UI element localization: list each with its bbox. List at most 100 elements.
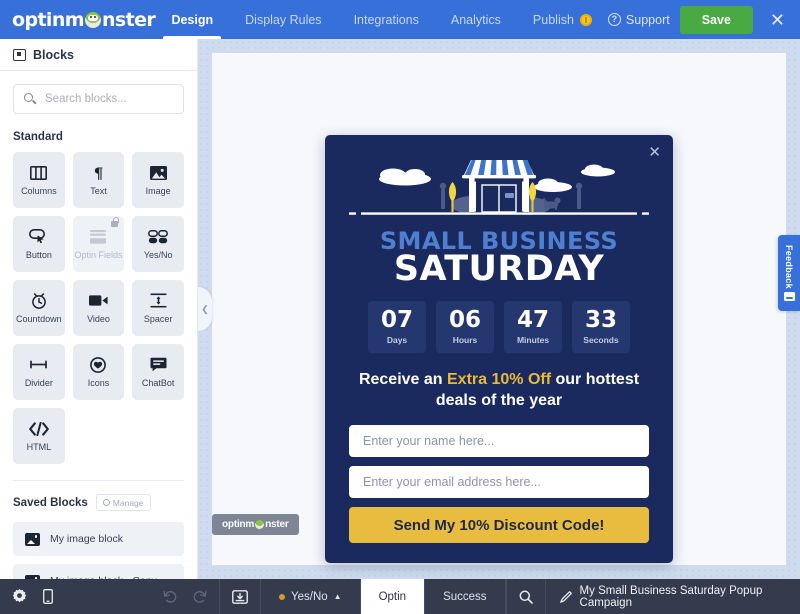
popup-offer-text: Receive an Extra 10% Off our hottest dea… xyxy=(349,369,649,411)
block-image[interactable]: Image xyxy=(132,152,184,208)
block-text[interactable]: ¶ Text xyxy=(72,152,125,208)
block-button[interactable]: Button xyxy=(13,216,65,272)
brand-logo[interactable]: optinm nster xyxy=(0,8,156,31)
saved-block-item[interactable]: My image block - Copy xyxy=(13,564,184,579)
nav-item-analytics[interactable]: Analytics xyxy=(435,0,517,39)
saved-block-label: My image block xyxy=(50,533,123,545)
redo-icon[interactable] xyxy=(193,590,207,603)
spacer-icon xyxy=(148,292,168,309)
coin-badge-icon xyxy=(579,13,592,26)
countdown-cell-seconds: 33 Seconds xyxy=(572,301,630,354)
feedback-icon xyxy=(783,292,795,302)
countdown-seconds-label: Seconds xyxy=(583,335,619,346)
submit-button[interactable]: Send My 10% Discount Code! xyxy=(349,507,649,544)
standard-section-title: Standard xyxy=(13,131,63,143)
mobile-icon[interactable] xyxy=(43,589,53,604)
countdown-hours-value: 06 xyxy=(448,307,481,334)
search-icon[interactable] xyxy=(519,590,533,604)
name-field[interactable] xyxy=(349,425,649,458)
campaign-name-label: My Small Business Saturday Popup Campaig… xyxy=(579,584,763,609)
nav-item-display-rules-label: Display Rules xyxy=(245,12,322,27)
optinmonster-watermark[interactable]: optinm nster xyxy=(212,514,299,535)
block-button-label: Button xyxy=(25,250,52,260)
close-icon[interactable]: ✕ xyxy=(763,11,792,29)
image-icon xyxy=(148,164,168,181)
top-bar-actions: ? Support Save ✕ xyxy=(607,5,800,34)
saved-block-item[interactable]: My image block xyxy=(13,522,184,556)
campaign-name-editor[interactable]: My Small Business Saturday Popup Campaig… xyxy=(546,579,800,614)
monster-logo-icon xyxy=(84,11,101,28)
lock-icon xyxy=(111,217,120,227)
watermark-suffix: nster xyxy=(265,519,289,530)
pencil-icon xyxy=(559,590,572,603)
block-video[interactable]: Video xyxy=(72,280,125,336)
top-navigation-bar: optinm nster Design Display Rules Integra… xyxy=(0,0,800,39)
chevron-up-icon: ▲ xyxy=(333,592,342,601)
brand-logo-suffix: nster xyxy=(101,8,156,31)
html-icon xyxy=(28,420,49,437)
manage-saved-blocks-button[interactable]: Manage xyxy=(95,494,151,511)
nav-item-integrations-label: Integrations xyxy=(353,12,419,27)
countdown-icon xyxy=(29,292,49,309)
main-nav: Design Display Rules Integrations Analyt… xyxy=(155,0,607,39)
search-blocks-input[interactable] xyxy=(13,84,184,114)
save-button[interactable]: Save xyxy=(679,5,753,34)
countdown-seconds-value: 33 xyxy=(584,307,617,334)
block-columns-label: Columns xyxy=(21,186,57,196)
tab-optin[interactable]: Optin xyxy=(360,579,426,614)
block-optin-fields: Optin Fields xyxy=(72,216,125,272)
sidebar-title: Blocks xyxy=(33,47,74,62)
feedback-tab[interactable]: Feedback xyxy=(778,235,800,311)
block-html[interactable]: HTML xyxy=(13,408,65,464)
block-icons-label: Icons xyxy=(87,378,110,388)
block-text-label: Text xyxy=(90,186,107,196)
block-video-label: Video xyxy=(87,314,110,324)
tab-yes-no[interactable]: Yes/No ▲ xyxy=(261,579,361,614)
status-dot-icon xyxy=(279,593,285,600)
campaign-canvas: ❮ ✕ SMALL BUSINESS SATURDAY 07 Days 06 H… xyxy=(198,39,800,579)
block-divider[interactable]: Divider xyxy=(13,344,65,400)
optin-fields-icon xyxy=(88,228,108,245)
countdown-days-value: 07 xyxy=(380,307,413,334)
tab-success[interactable]: Success xyxy=(425,579,506,614)
search-blocks-wrapper xyxy=(13,84,184,114)
collapse-sidebar-handle[interactable]: ❮ xyxy=(198,287,212,331)
nav-item-publish[interactable]: Publish xyxy=(517,0,608,39)
toolbar-tools-group xyxy=(0,579,220,614)
block-spacer-label: Spacer xyxy=(143,314,173,324)
gear-icon[interactable] xyxy=(12,589,27,604)
sidebar-header: Blocks xyxy=(0,39,197,71)
popup-campaign-preview: ✕ SMALL BUSINESS SATURDAY 07 Days 06 Hou… xyxy=(325,135,673,564)
block-columns[interactable]: Columns xyxy=(13,152,65,208)
undo-icon[interactable] xyxy=(163,590,177,603)
email-field[interactable] xyxy=(349,466,649,499)
popup-close-icon[interactable]: ✕ xyxy=(648,145,661,160)
nav-item-design[interactable]: Design xyxy=(155,0,229,39)
block-spacer[interactable]: Spacer xyxy=(132,280,184,336)
countdown-cell-minutes: 47 Minutes xyxy=(504,301,562,354)
block-optin-fields-label: Optin Fields xyxy=(74,250,123,260)
block-chatbot[interactable]: ChatBot xyxy=(132,344,184,400)
image-icon xyxy=(25,532,40,546)
block-icons[interactable]: Icons xyxy=(72,344,125,400)
manage-label: Manage xyxy=(112,497,144,508)
save-template-icon[interactable] xyxy=(232,589,248,604)
countdown-minutes-label: Minutes xyxy=(516,335,550,346)
block-countdown[interactable]: Countdown xyxy=(13,280,65,336)
support-button[interactable]: ? Support xyxy=(607,13,670,27)
button-icon xyxy=(29,228,49,245)
block-yes-no[interactable]: Yes/No xyxy=(132,216,184,272)
offer-text-pre: Receive an xyxy=(358,371,447,389)
block-image-label: Image xyxy=(145,186,171,196)
nav-item-display-rules[interactable]: Display Rules xyxy=(229,0,337,39)
block-divider-label: Divider xyxy=(24,378,53,388)
nav-item-integrations[interactable]: Integrations xyxy=(338,0,435,39)
countdown-hours-label: Hours xyxy=(452,335,478,346)
brand-logo-prefix: optinm xyxy=(12,8,85,31)
feedback-label: Feedback xyxy=(784,244,794,289)
countdown-cell-hours: 06 Hours xyxy=(436,301,494,354)
sidebar-divider xyxy=(13,480,184,481)
icons-icon xyxy=(88,356,108,373)
blocks-icon xyxy=(13,48,26,61)
chevron-left-icon: ❮ xyxy=(201,303,209,314)
